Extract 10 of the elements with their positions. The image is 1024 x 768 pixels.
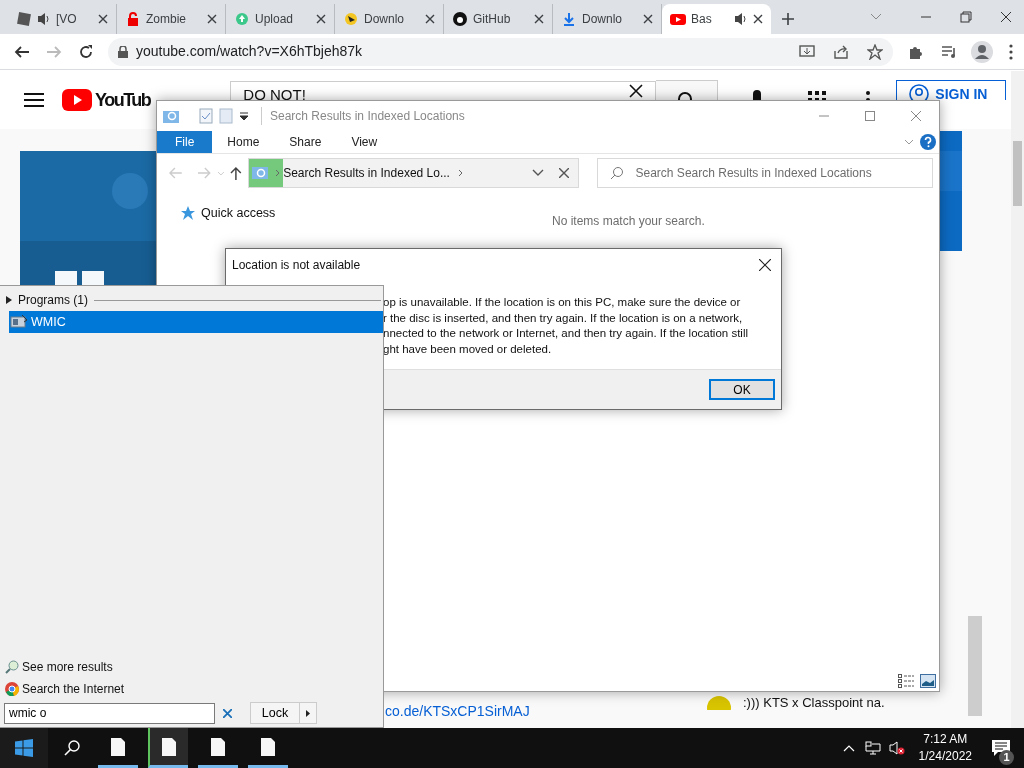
dialog-title: Location is not available: [232, 257, 361, 274]
message-text: r the disc is inserted, and then try again. If the location is on a network,: [383, 310, 744, 326]
notification-badge: 1: [999, 750, 1014, 765]
comment-text: :))) KTS x Classpoint na.: [743, 694, 885, 712]
window-title: Search Results in Indexed Locations: [261, 107, 465, 125]
message-text: ght have been moved or deleted.: [383, 341, 553, 357]
url-text: youtube.com/watch?v=X6hTbjeh87k: [136, 42, 364, 61]
empty-message: No items match your search.: [552, 213, 706, 230]
message-text: nnected to the network or Internet, and then try again. If the location still: [383, 326, 750, 341]
message-text: op is unavailable. If the location is on this PC, make sure the device or: [383, 295, 742, 310]
